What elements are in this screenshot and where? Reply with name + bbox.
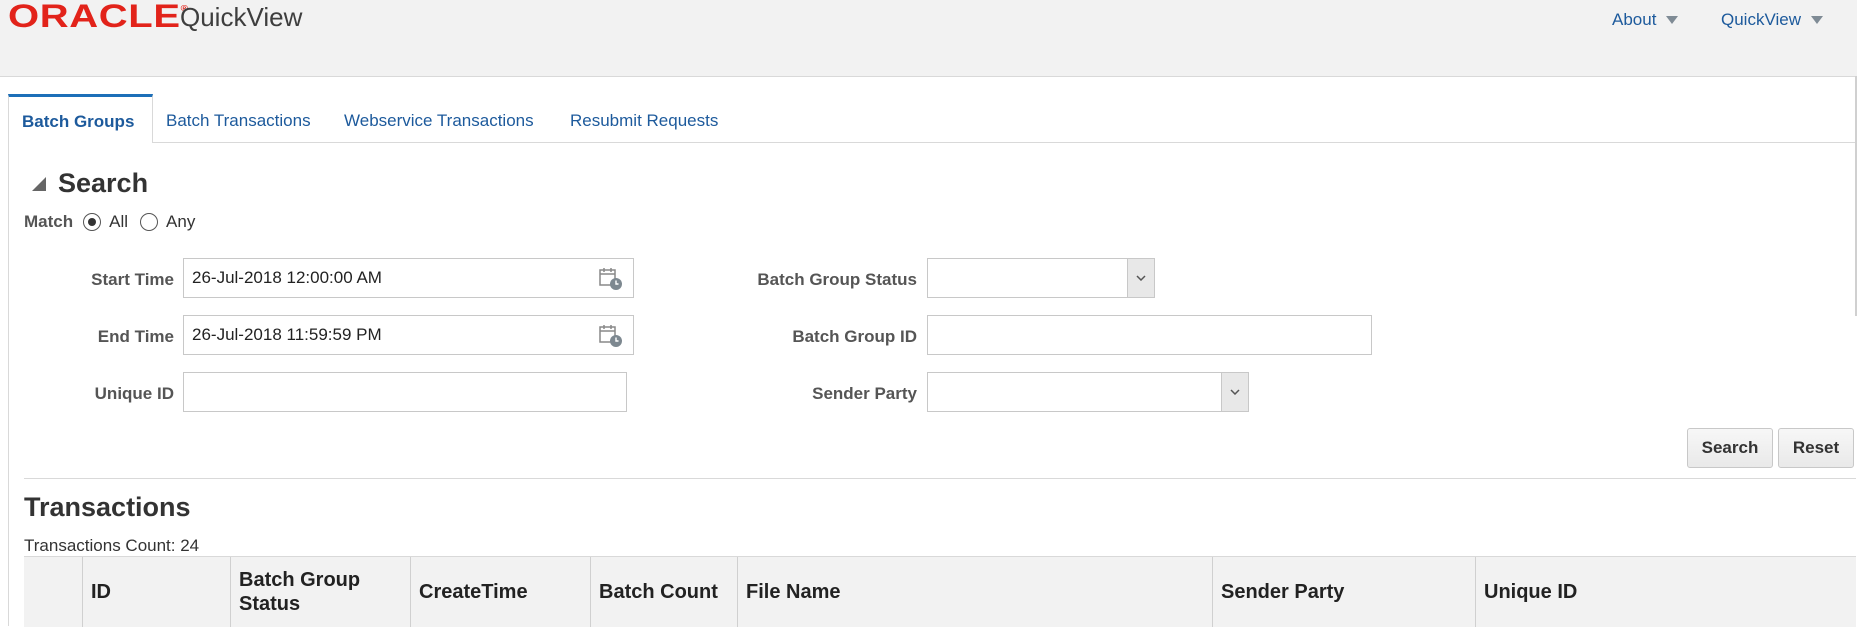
- batch-group-id-field[interactable]: [927, 315, 1372, 355]
- table-header: ID Batch Group Status CreateTime Batch C…: [24, 556, 1856, 627]
- quickview-menu-label: QuickView: [1721, 10, 1801, 29]
- app-name: QuickView: [180, 2, 303, 32]
- column-header-id[interactable]: ID: [82, 557, 230, 627]
- column-header-batch-group-status[interactable]: Batch Group Status: [230, 557, 410, 627]
- about-menu-label: About: [1612, 10, 1657, 29]
- chevron-down-icon[interactable]: [1127, 259, 1154, 297]
- column-header-sender-party[interactable]: Sender Party: [1212, 557, 1475, 627]
- tab-bar: Batch Groups Batch Transactions Webservi…: [8, 94, 1857, 143]
- search-button[interactable]: Search: [1687, 428, 1773, 468]
- batch-group-id-label: Batch Group ID: [792, 327, 917, 346]
- start-time-label: Start Time: [91, 270, 174, 289]
- start-time-field[interactable]: 26-Jul-2018 12:00:00 AM: [183, 258, 634, 298]
- sender-party-select[interactable]: [927, 372, 1249, 412]
- column-header-unique-id[interactable]: Unique ID: [1475, 557, 1856, 627]
- section-divider: [24, 478, 1856, 479]
- calendar-icon[interactable]: [599, 267, 623, 291]
- tab-webservice-transactions[interactable]: Webservice Transactions: [331, 94, 547, 142]
- column-header-create-time[interactable]: CreateTime: [410, 557, 590, 627]
- match-any-radio[interactable]: [140, 213, 159, 231]
- search-title: Search: [58, 168, 149, 198]
- sender-party-label: Sender Party: [812, 384, 917, 403]
- tab-resubmit-requests[interactable]: Resubmit Requests: [557, 94, 731, 142]
- batch-group-status-label: Batch Group Status: [757, 270, 917, 289]
- quickview-menu[interactable]: QuickView: [1721, 10, 1823, 30]
- match-all-label: All: [109, 212, 129, 231]
- batch-group-status-select[interactable]: [927, 258, 1155, 298]
- column-header-select[interactable]: [24, 557, 82, 627]
- unique-id-field[interactable]: [183, 372, 627, 412]
- collapse-icon[interactable]: [32, 176, 46, 191]
- column-header-batch-count[interactable]: Batch Count: [590, 557, 737, 627]
- match-group: Match All Any: [24, 212, 207, 232]
- match-all-radio[interactable]: [83, 213, 102, 231]
- end-time-label: End Time: [97, 327, 174, 346]
- chevron-down-icon: [1666, 16, 1679, 24]
- unique-id-label: Unique ID: [94, 384, 174, 403]
- chevron-down-icon[interactable]: [1221, 373, 1248, 411]
- chevron-down-icon: [1811, 16, 1823, 24]
- match-any-label: Any: [166, 212, 196, 231]
- end-time-field[interactable]: 26-Jul-2018 11:59:59 PM: [183, 315, 634, 355]
- oracle-logo: ORACLE®: [8, 0, 189, 34]
- transactions-title: Transactions: [24, 492, 191, 522]
- transactions-count: Transactions Count: 24: [24, 536, 200, 555]
- start-time-value: 26-Jul-2018 12:00:00 AM: [192, 268, 382, 287]
- calendar-icon[interactable]: [599, 324, 623, 348]
- reset-button[interactable]: Reset: [1778, 428, 1854, 468]
- column-header-file-name[interactable]: File Name: [737, 557, 1212, 627]
- match-label: Match: [24, 212, 74, 231]
- tab-batch-groups[interactable]: Batch Groups: [8, 94, 153, 143]
- top-bar: ORACLE® QuickView About QuickView: [0, 0, 1857, 77]
- about-menu[interactable]: About: [1612, 10, 1679, 30]
- tab-batch-transactions[interactable]: Batch Transactions: [153, 94, 324, 142]
- search-section-header[interactable]: Search: [32, 168, 148, 199]
- end-time-value: 26-Jul-2018 11:59:59 PM: [192, 325, 382, 344]
